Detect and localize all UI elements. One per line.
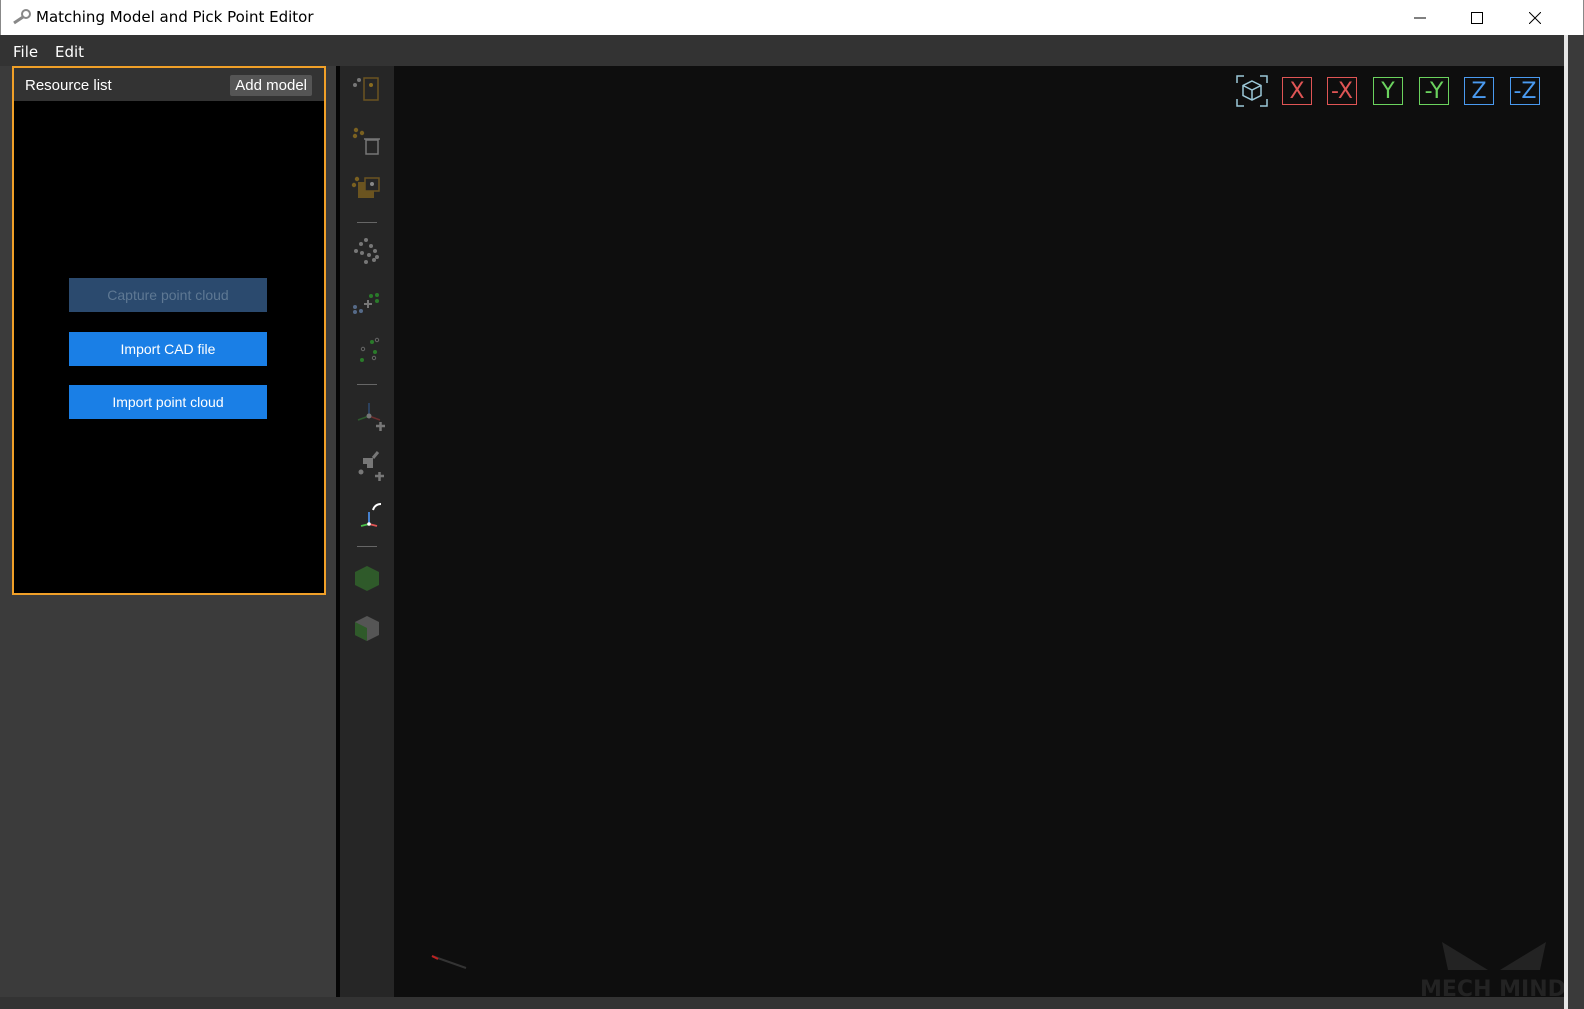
resource-list-panel: Resource list Add model Capture point cl… (12, 66, 326, 595)
model-solid-cube-icon[interactable] (347, 608, 387, 648)
view-neg-z-button[interactable]: -Z (1510, 77, 1540, 105)
fit-view-cube-icon[interactable] (1236, 75, 1268, 107)
toolbar-separator (357, 222, 377, 223)
add-gripper-icon[interactable] (347, 446, 387, 486)
left-pane: Resource list Add model Capture point cl… (0, 66, 336, 1009)
mech-mind-logo: MECH MIND (1420, 942, 1566, 998)
minimize-button[interactable] (1391, 0, 1449, 35)
resource-list-title: Resource list (25, 77, 112, 94)
add-points-icon[interactable] (347, 282, 387, 322)
right-scrollbar[interactable] (1564, 35, 1568, 1009)
menu-bar: File Edit (0, 35, 1566, 66)
import-point-cloud-button[interactable]: Import point cloud (69, 385, 267, 419)
tool-bar (340, 66, 394, 997)
view-y-button[interactable]: Y (1373, 77, 1403, 105)
toolbar-separator (357, 384, 377, 385)
3d-viewport[interactable]: X -X Y -Y Z -Z MECH MIND (394, 66, 1566, 998)
close-icon (1529, 11, 1541, 24)
menu-edit[interactable]: Edit (55, 43, 84, 61)
select-points-icon[interactable] (347, 72, 387, 112)
axis-indicator-icon (431, 955, 467, 969)
menu-file[interactable]: File (13, 43, 38, 61)
view-neg-y-button[interactable]: -Y (1419, 77, 1449, 105)
delete-points-icon[interactable] (347, 122, 387, 162)
model-cloud-cube-icon[interactable] (347, 558, 387, 598)
capture-point-cloud-button[interactable]: Capture point cloud (69, 278, 267, 312)
svg-text:MECH MIND: MECH MIND (1420, 977, 1566, 998)
point-cloud-icon[interactable] (347, 234, 387, 274)
sample-points-icon[interactable] (347, 330, 387, 370)
resource-list-header: Resource list Add model (14, 68, 324, 101)
wrench-icon (13, 9, 31, 25)
status-bar (0, 997, 1564, 1009)
import-cad-file-button[interactable]: Import CAD file (69, 332, 267, 366)
adjust-pose-icon[interactable] (347, 496, 387, 536)
window-title: Matching Model and Pick Point Editor (36, 8, 314, 26)
title-bar: Matching Model and Pick Point Editor (0, 0, 1584, 35)
view-neg-x-button[interactable]: -X (1327, 77, 1357, 105)
add-pick-point-icon[interactable] (347, 396, 387, 436)
minimize-icon (1414, 17, 1426, 18)
add-model-button[interactable]: Add model (230, 75, 312, 96)
view-x-button[interactable]: X (1282, 77, 1312, 105)
crop-points-icon[interactable] (347, 170, 387, 210)
maximize-button[interactable] (1448, 0, 1506, 35)
view-z-button[interactable]: Z (1464, 77, 1494, 105)
close-button[interactable] (1506, 0, 1564, 35)
maximize-icon (1471, 11, 1483, 24)
toolbar-separator (357, 546, 377, 547)
